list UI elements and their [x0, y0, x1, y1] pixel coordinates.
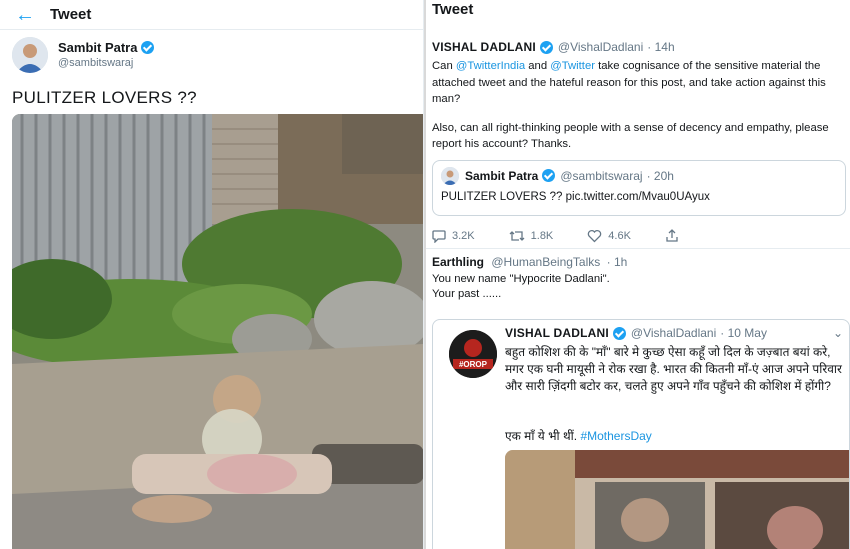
reply-name[interactable]: Earthling	[432, 255, 484, 269]
back-arrow-icon[interactable]: ←	[0, 0, 50, 30]
quoted-avatar	[441, 166, 459, 185]
verified-badge-icon	[542, 169, 556, 182]
main-tweet-handle[interactable]: @VishalDadlani	[558, 40, 643, 54]
verified-badge-icon	[141, 41, 155, 54]
main-tweet-time[interactable]: · 14h	[647, 40, 674, 54]
share-button[interactable]	[665, 226, 685, 246]
verified-badge-icon	[612, 326, 626, 340]
author-avatar[interactable]	[12, 36, 48, 73]
q2-name: VISHAL DADLANI	[505, 326, 609, 340]
like-button[interactable]: 4.6K	[587, 226, 631, 246]
quoted-handle: @sambitswaraj	[560, 168, 643, 183]
share-icon	[666, 228, 678, 242]
right-tweet-screenshot: Tweet VISHAL DADLANI @VishalDadlani · 14…	[426, 0, 850, 549]
reply-icon	[432, 229, 446, 243]
mention-twitter[interactable]: @Twitter	[550, 60, 595, 72]
body-text: Can	[432, 60, 456, 72]
quoted-time: · 20h	[646, 168, 674, 183]
q2-photo[interactable]	[505, 450, 849, 549]
reply-button[interactable]: 3.2K	[432, 226, 475, 246]
body-text: and	[525, 60, 551, 72]
reply-text-1: You new name "Hypocrite Dadlani".	[432, 272, 610, 285]
main-tweet-name[interactable]: VISHAL DADLANI	[432, 40, 536, 54]
right-header-title: Tweet	[432, 1, 474, 18]
orop-avatar: #OROP	[449, 330, 497, 378]
reply-time[interactable]: · 1h	[607, 255, 628, 269]
q2-time: · 10 May	[720, 326, 767, 340]
main-tweet-body-2: Also, can all right-thinking people with…	[432, 121, 829, 151]
quoted-name: Sambit Patra	[465, 168, 539, 183]
retweet-button[interactable]: 1.8K	[509, 226, 554, 246]
left-header: ← Tweet	[0, 0, 423, 30]
reply-text-2: Your past ......	[432, 288, 502, 300]
author-name[interactable]: Sambit Patra	[58, 40, 137, 55]
tweet-actions: 3.2K 1.8K 4.6K	[426, 216, 850, 246]
tweet-photo[interactable]	[12, 114, 423, 549]
retweet-count: 1.8K	[530, 229, 554, 242]
tweet-author[interactable]: Sambit Patra @sambitswaraj	[0, 30, 423, 74]
q2-handle: @VishalDadlani	[630, 326, 717, 340]
like-count: 4.6K	[608, 229, 631, 242]
mention-twitterindia[interactable]: @TwitterIndia	[456, 60, 525, 72]
reply-quoted-tweet[interactable]: #OROP VISHAL DADLANI @VishalDadlani · 10…	[432, 319, 850, 549]
orop-avatar-text: #OROP	[459, 360, 488, 369]
reply-tweet: Earthling @HumanBeingTalks · 1h You new …	[426, 249, 850, 303]
main-tweet-body: Can @TwitterIndia and @Twitter take cogn…	[426, 54, 850, 108]
hashtag-mothersday[interactable]: #MothersDay	[580, 429, 651, 443]
reply-count: 3.2K	[452, 229, 475, 242]
chevron-down-icon[interactable]: ⌄	[833, 326, 843, 340]
q2-line-2: एक माँ ये भी थीं.	[505, 429, 578, 443]
heart-icon	[588, 229, 602, 242]
q2-text: बहुत कोशिश की के "माँ" बारे मे कुच्छ ऐसा…	[505, 345, 842, 393]
retweet-icon	[509, 230, 525, 241]
left-tweet-screenshot: ← Tweet Sambit Patra @sambitswaraj PULIT…	[0, 0, 424, 549]
verified-badge-icon	[539, 40, 553, 54]
main-tweet-header: VISHAL DADLANI @VishalDadlani · 14h	[426, 34, 850, 54]
left-header-title: Tweet	[50, 6, 92, 23]
quoted-text: PULITZER LOVERS ?? pic.twitter.com/Mvau0…	[441, 190, 710, 203]
author-handle[interactable]: @sambitswaraj	[58, 57, 154, 69]
reply-handle[interactable]: @HumanBeingTalks	[491, 255, 600, 269]
tweet-text: PULITZER LOVERS ??	[12, 88, 197, 107]
quoted-tweet[interactable]: Sambit Patra @sambitswaraj · 20h PULITZE…	[432, 159, 846, 216]
